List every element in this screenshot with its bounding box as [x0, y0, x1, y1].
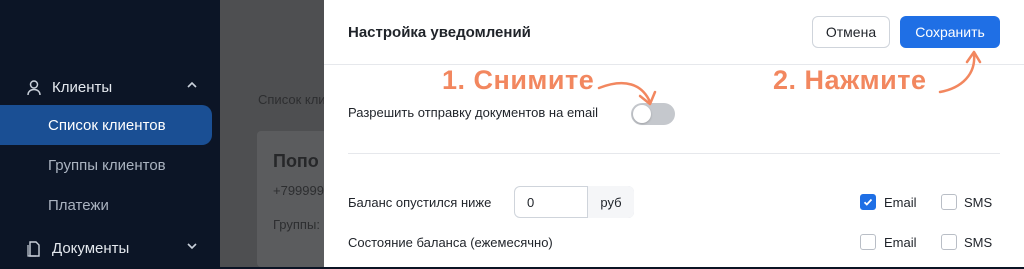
annotation-arrows: [597, 50, 982, 106]
